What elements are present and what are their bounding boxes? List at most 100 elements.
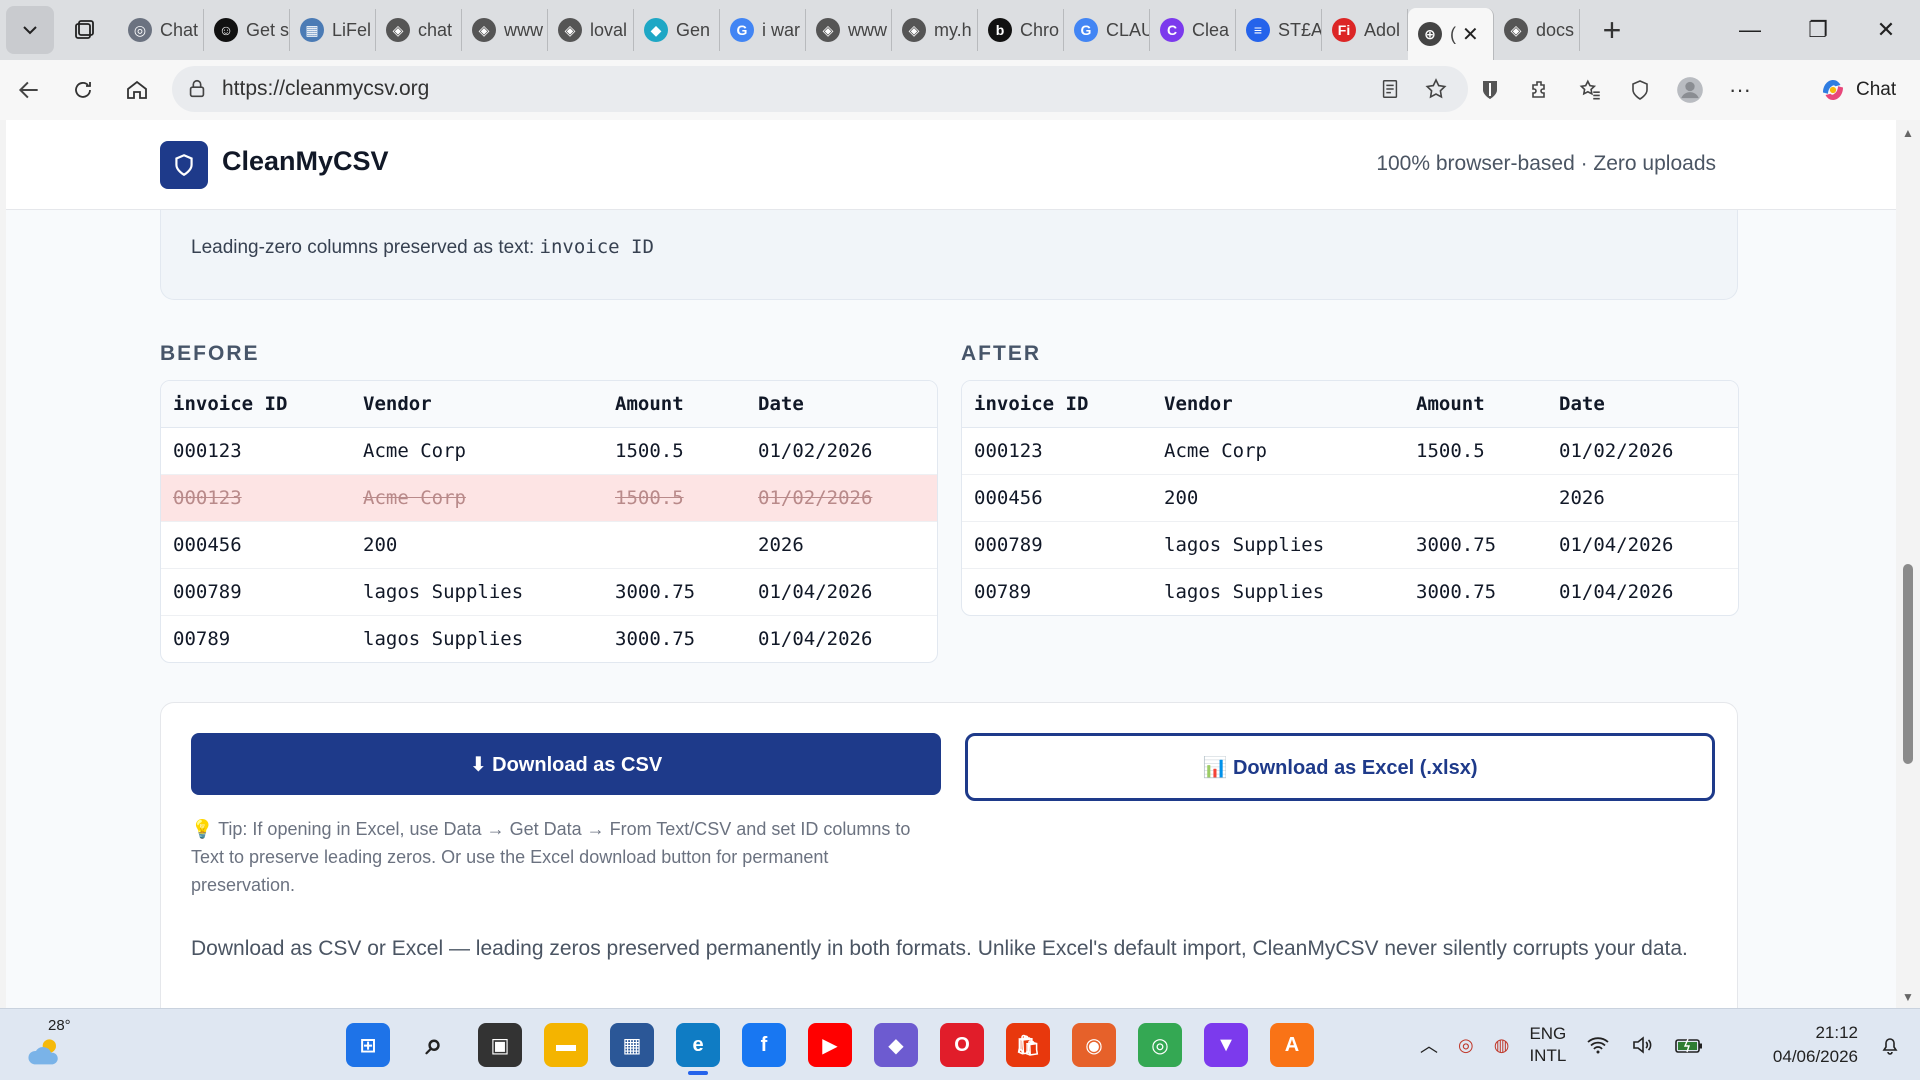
settings-more-button[interactable]: ··· — [1726, 76, 1754, 104]
show-hidden-icons-chevron-icon[interactable]: ︿ — [1420, 1032, 1438, 1058]
tab-title: www — [504, 19, 543, 40]
browser-tab[interactable]: ⊕ (✕ — [1408, 8, 1494, 60]
before-column-header[interactable]: Vendor — [351, 381, 603, 428]
browser-tab[interactable]: b Chro — [978, 9, 1064, 51]
security-status-icon[interactable]: ◍ — [1494, 1035, 1510, 1056]
before-column-header[interactable]: invoice ID — [161, 381, 351, 428]
browser-tab[interactable]: ▦ LiFel — [290, 9, 376, 51]
browser-tab[interactable]: ◆ Gen — [634, 9, 720, 51]
site-brand-name[interactable]: CleanMyCSV — [222, 146, 389, 177]
tab-title: ( — [1450, 23, 1456, 44]
close-window-button[interactable]: ✕ — [1852, 0, 1920, 60]
before-column-header[interactable]: Date — [746, 381, 937, 428]
taskbar-avast-icon[interactable]: A — [1270, 1023, 1314, 1067]
notifications-bell-icon[interactable] — [1878, 1033, 1902, 1057]
taskbar-copilot-icon[interactable]: ◆ — [874, 1023, 918, 1067]
site-tagline: 100% browser-based · Zero uploads — [1376, 152, 1716, 175]
browser-tab[interactable]: C Clea — [1150, 9, 1236, 51]
taskbar-clock[interactable]: 21:12 04/06/2026 — [1773, 1021, 1858, 1069]
site-logo[interactable] — [160, 141, 208, 189]
tab-actions-button[interactable] — [6, 6, 54, 54]
browser-tab[interactable]: ◈ my.h — [892, 9, 978, 51]
clock-date: 04/06/2026 — [1772, 1047, 1858, 1066]
browser-essentials-button[interactable] — [1626, 76, 1654, 104]
taskbar-opera-icon[interactable]: O — [940, 1023, 984, 1067]
browser-tab[interactable]: ◈ www — [806, 9, 892, 51]
taskbar-file-explorer-icon[interactable]: ▬ — [544, 1023, 588, 1067]
before-table-cell: 000123 — [161, 427, 351, 475]
taskbar-edge-icon[interactable]: e — [676, 1023, 720, 1075]
back-button[interactable] — [2, 63, 56, 117]
taskbar-chrome-icon[interactable]: ◎ — [1138, 1023, 1182, 1067]
browser-tab[interactable]: ◈ www — [462, 9, 548, 51]
before-table-row: 000123 Acme Corp 1500.5 01/02/2026 — [161, 427, 937, 475]
extensions-button[interactable] — [1526, 76, 1554, 104]
browser-tab[interactable]: Gi war — [720, 9, 806, 51]
taskbar-firefox-icon[interactable]: ◉ — [1072, 1023, 1116, 1067]
download-excel-button[interactable]: 📊 Download as Excel (.xlsx) — [965, 733, 1715, 801]
scroll-up-arrow-icon[interactable]: ▲ — [1902, 126, 1914, 140]
before-table-cell: 01/02/2026 — [746, 474, 937, 522]
input-language-indicator[interactable]: ENG INTL — [1529, 1023, 1566, 1067]
browser-tab[interactable]: ◈ chat — [376, 9, 462, 51]
after-table: invoice ID Vendor Amount Date 000123 Acme Co… — [961, 380, 1739, 616]
site-info-lock-icon[interactable] — [186, 78, 208, 100]
refresh-button[interactable] — [56, 63, 110, 117]
before-table-cell: lagos Supplies — [363, 627, 524, 650]
address-bar[interactable]: https://cleanmycsv.org — [172, 66, 1468, 112]
browser-tab[interactable]: ≡ ST£A — [1236, 9, 1322, 51]
after-column-header[interactable]: Vendor — [1152, 381, 1404, 428]
download-csv-button[interactable]: ⬇ Download as CSV — [191, 733, 941, 795]
tab-title: Clea — [1192, 19, 1230, 40]
taskbar-vpn-icon[interactable]: ▼ — [1204, 1023, 1248, 1067]
network-status-icon[interactable]: ◎ — [1458, 1035, 1474, 1056]
back-arrow-icon — [18, 81, 38, 99]
after-column-header[interactable]: invoice ID — [962, 381, 1152, 428]
volume-icon[interactable] — [1630, 1033, 1654, 1057]
workspaces-button[interactable] — [60, 6, 108, 54]
minimize-button[interactable]: — — [1716, 0, 1784, 60]
taskbar-youtube-icon[interactable]: ▶ — [808, 1023, 852, 1067]
url-text[interactable]: https://cleanmycsv.org — [222, 77, 429, 101]
tab-title: Gen — [676, 19, 711, 40]
taskbar-task-view-icon[interactable]: ▣ — [478, 1023, 522, 1067]
browser-tab[interactable]: ◈ loval — [548, 9, 634, 51]
favorites-list-icon — [1579, 79, 1600, 100]
close-tab-icon[interactable]: ✕ — [1462, 22, 1479, 47]
tab-title: my.h — [934, 19, 972, 40]
before-column-header[interactable]: Amount — [603, 381, 746, 428]
page-scrollbar[interactable]: ▲ ▼ — [1896, 120, 1920, 1008]
taskbar-search-icon[interactable]: ⌕ — [412, 1023, 456, 1067]
after-table-row: 000789 lagos Supplies 3000.75 01/04/2026 — [962, 521, 1738, 569]
window-controls: — ❐ ✕ — [1716, 0, 1920, 60]
browser-tab[interactable]: G CLAU — [1064, 9, 1150, 51]
taskbar-facebook-icon[interactable]: f — [742, 1023, 786, 1067]
browser-tab[interactable]: ◈ docs — [1494, 9, 1580, 51]
bitwarden-extension-button[interactable] — [1476, 76, 1504, 104]
copilot-icon — [1823, 80, 1843, 100]
scroll-down-arrow-icon[interactable]: ▼ — [1902, 990, 1914, 1004]
browser-tab[interactable]: Fi Adol — [1322, 9, 1408, 51]
taskbar-pinned-apps: ⊞ ⌕ ▣ ▬ ▦ e f ▶ ◆ O 🛍 ◉ ◎ ▼ A — [346, 1017, 1314, 1075]
wifi-icon[interactable] — [1586, 1033, 1610, 1057]
scrollbar-thumb[interactable] — [1903, 564, 1913, 764]
copilot-chat-button[interactable]: Chat — [1812, 68, 1916, 112]
tab-title: Chro — [1020, 19, 1060, 40]
tab-title: Adol — [1364, 19, 1401, 40]
favorites-button[interactable] — [1576, 76, 1604, 104]
after-column-header[interactable]: Date — [1547, 381, 1738, 428]
weather-widget[interactable]: 28° — [26, 1017, 86, 1073]
taskbar-store-icon[interactable]: ▦ — [610, 1023, 654, 1067]
battery-charging-icon[interactable] — [1674, 1033, 1704, 1057]
browser-tab[interactable]: ◎ Chat — [118, 9, 204, 51]
home-button[interactable] — [110, 63, 164, 117]
reader-view-button[interactable] — [1376, 75, 1404, 103]
taskbar-start-icon[interactable]: ⊞ — [346, 1023, 390, 1067]
new-tab-button[interactable]: + — [1590, 8, 1634, 52]
favorite-star-button[interactable] — [1422, 75, 1450, 103]
profile-button[interactable] — [1676, 76, 1704, 104]
restore-button[interactable]: ❐ — [1784, 0, 1852, 60]
taskbar-shopping-icon[interactable]: 🛍 — [1006, 1023, 1050, 1067]
after-column-header[interactable]: Amount — [1404, 381, 1547, 428]
browser-tab[interactable]: ☺ Get s — [204, 9, 290, 51]
